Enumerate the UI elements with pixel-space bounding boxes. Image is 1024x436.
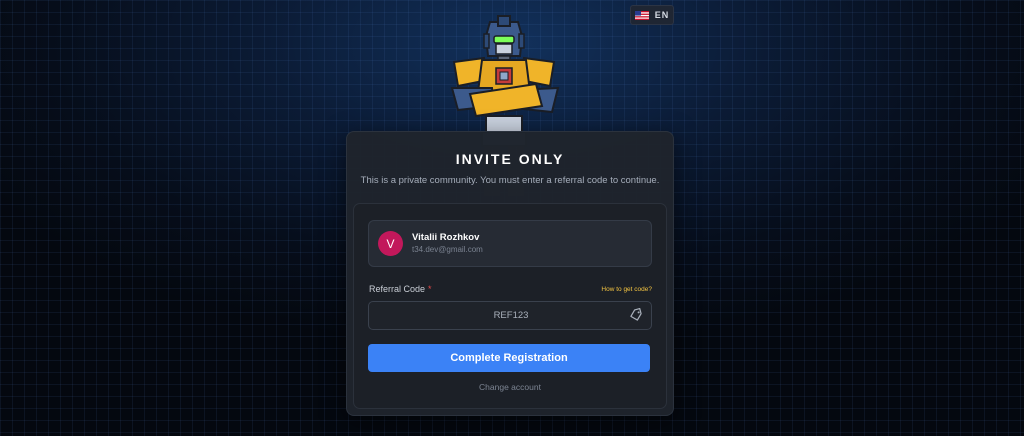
page-title: INVITE ONLY (455, 151, 565, 167)
tag-icon[interactable] (629, 308, 643, 322)
page-subtitle: This is a private community. You must en… (360, 175, 660, 186)
referral-code-input[interactable] (389, 302, 633, 329)
account-email: t34.dev@gmail.com (412, 245, 483, 254)
required-marker: * (428, 284, 432, 294)
complete-registration-button[interactable]: Complete Registration (368, 344, 650, 372)
account-name: Vitalii Rozhkov (412, 232, 480, 243)
language-selector[interactable]: EN (630, 5, 674, 25)
avatar: V (378, 231, 403, 256)
referral-label-text: Referral Code (369, 284, 426, 294)
how-to-get-code-link[interactable]: How to get code? (601, 286, 652, 293)
invite-card: INVITE ONLY This is a private community.… (346, 131, 674, 416)
referral-code-field (368, 301, 652, 330)
us-flag-icon (634, 10, 649, 20)
account-card: V Vitalii Rozhkov t34.dev@gmail.com (368, 220, 652, 267)
language-code: EN (654, 10, 670, 20)
registration-form: V Vitalii Rozhkov t34.dev@gmail.com Refe… (353, 203, 667, 409)
referral-label: Referral Code * (369, 284, 432, 294)
change-account-link[interactable]: Change account (354, 382, 666, 392)
